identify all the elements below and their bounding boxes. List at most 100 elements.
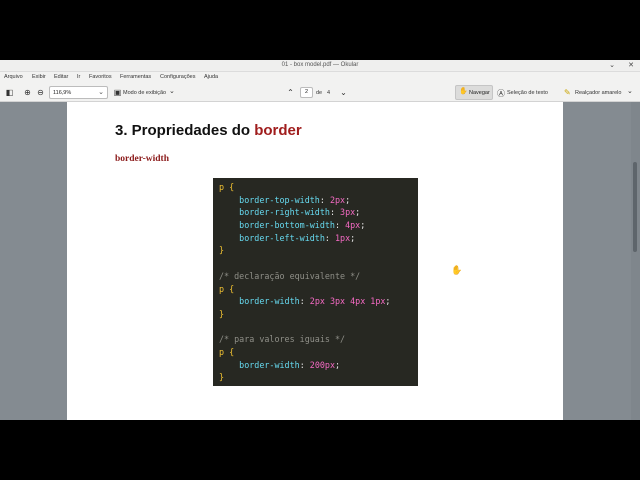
zoom-in-icon[interactable]: ⊕	[22, 87, 33, 98]
highlighter-button[interactable]: Realçador amarelo	[575, 90, 621, 96]
hand-icon: ✋	[459, 88, 468, 95]
title-bar: 01 - box model.pdf — Okular ⌄ ✕	[0, 60, 640, 72]
code-line: border-bottom-width: 4px;	[219, 219, 390, 232]
menu-ferramentas[interactable]: Ferramentas	[120, 74, 151, 80]
zoom-out-icon[interactable]: ⊖	[35, 87, 46, 98]
code-token: 3px	[340, 207, 356, 218]
code-token: 2px	[329, 194, 346, 205]
code-token: border-width	[239, 296, 300, 307]
code-text: p { border-top-width: 2px; border-right-…	[219, 181, 390, 384]
code-token: {	[229, 182, 235, 192]
heading-highlight: border	[254, 122, 302, 139]
code-token: :	[329, 207, 341, 218]
code-token: border-right-width	[239, 207, 330, 218]
code-token: :	[324, 232, 335, 243]
code-token: ;	[385, 296, 391, 307]
sidebar-toggle-icon[interactable]: ◧	[4, 87, 15, 98]
text-select-icon[interactable]: Ⓐ	[497, 88, 505, 99]
highlighter-icon[interactable]: ✎	[564, 88, 571, 97]
code-token: ;	[360, 220, 366, 231]
code-line: p {	[219, 283, 390, 296]
code-token: :	[334, 220, 346, 231]
zoom-value: 116,9%	[53, 90, 72, 96]
close-icon[interactable]: ✕	[626, 61, 636, 71]
code-token: ;	[350, 232, 356, 243]
vertical-scrollbar[interactable]	[631, 102, 640, 420]
main-toolbar: ◧ ⊕ ⊖ 116,9% ⌄ ▣ Modo de exibição ⌄ ⌃ 2 …	[0, 83, 640, 102]
okular-window: 01 - box model.pdf — Okular ⌄ ✕ Arquivo …	[0, 60, 640, 420]
code-token: ;	[355, 207, 361, 218]
code-token: border-top-width	[239, 194, 320, 205]
code-token: 2px 3px 4px 1px	[309, 296, 386, 307]
code-token: border-width	[239, 359, 300, 370]
text-select-button[interactable]: Seleção de texto	[507, 90, 548, 96]
code-token: 200px	[309, 359, 335, 370]
code-token: p	[219, 283, 230, 294]
code-line: border-width: 200px;	[219, 359, 390, 372]
menu-exibir[interactable]: Exibir	[32, 74, 46, 80]
menu-bar: Arquivo Exibir Editar Ir Favoritos Ferra…	[0, 72, 640, 83]
browse-tool-label: Navegar	[469, 90, 490, 96]
next-page-icon[interactable]: ⌄	[338, 87, 349, 98]
code-token: }	[219, 308, 225, 319]
menu-configuracoes[interactable]: Configurações	[160, 74, 195, 80]
code-token: border-left-width	[239, 232, 325, 243]
chevron-down-icon[interactable]: ⌄	[169, 87, 175, 95]
code-line: border-width: 2px 3px 4px 1px;	[219, 295, 390, 308]
code-token: {	[229, 283, 235, 294]
view-mode-button[interactable]: Modo de exibição	[123, 90, 166, 96]
menu-arquivo[interactable]: Arquivo	[4, 74, 23, 80]
menu-ajuda[interactable]: Ajuda	[204, 74, 218, 80]
code-token: p	[219, 182, 230, 192]
code-token: {	[229, 346, 235, 357]
code-token: /* para valores iguais */	[219, 334, 346, 345]
chevron-down-icon: ⌄	[98, 89, 104, 96]
code-token: :	[319, 194, 330, 205]
page-number-input[interactable]: 2	[300, 87, 313, 98]
code-line: p {	[219, 346, 390, 359]
heading-prefix: 3. Propriedades do	[115, 122, 255, 139]
menu-favoritos[interactable]: Favoritos	[89, 74, 112, 80]
left-background	[0, 102, 67, 420]
view-mode-icon[interactable]: ▣	[112, 87, 123, 98]
scrollbar-thumb[interactable]	[633, 162, 637, 252]
previous-page-icon[interactable]: ⌃	[285, 87, 296, 98]
code-token: :	[299, 296, 310, 307]
code-token: p	[219, 346, 230, 357]
code-line: }	[219, 308, 390, 321]
code-line: /* para valores iguais */	[219, 333, 390, 346]
code-token: border-bottom-width	[239, 220, 335, 231]
code-token: }	[219, 372, 225, 383]
code-token: 4px	[345, 220, 361, 231]
chevron-down-icon[interactable]: ⌄	[627, 87, 633, 95]
code-token: :	[299, 359, 310, 370]
browse-tool-button[interactable]: ✋ Navegar	[455, 85, 493, 100]
code-line: border-right-width: 3px;	[219, 206, 390, 219]
code-token: ;	[335, 359, 341, 370]
code-line: border-left-width: 1px;	[219, 232, 390, 245]
mouse-cursor-icon: ✋	[451, 265, 463, 275]
zoom-select[interactable]: 116,9% ⌄	[49, 86, 108, 99]
section-subheading: border-width	[115, 154, 170, 164]
code-line: }	[219, 244, 390, 257]
minimize-icon[interactable]: ⌄	[607, 61, 617, 71]
right-background	[563, 102, 640, 420]
code-line: /* declaração equivalente */	[219, 270, 390, 283]
code-token: }	[219, 245, 225, 256]
page-of-label: de	[316, 90, 323, 96]
code-line: p {	[219, 181, 390, 194]
page-heading: 3. Propriedades do border	[115, 122, 302, 139]
pdf-page: 3. Propriedades do border border-width p…	[67, 102, 563, 420]
page-total: 4	[327, 90, 331, 96]
menu-ir[interactable]: Ir	[77, 74, 80, 80]
menu-editar[interactable]: Editar	[54, 74, 68, 80]
code-token: ;	[345, 194, 351, 205]
